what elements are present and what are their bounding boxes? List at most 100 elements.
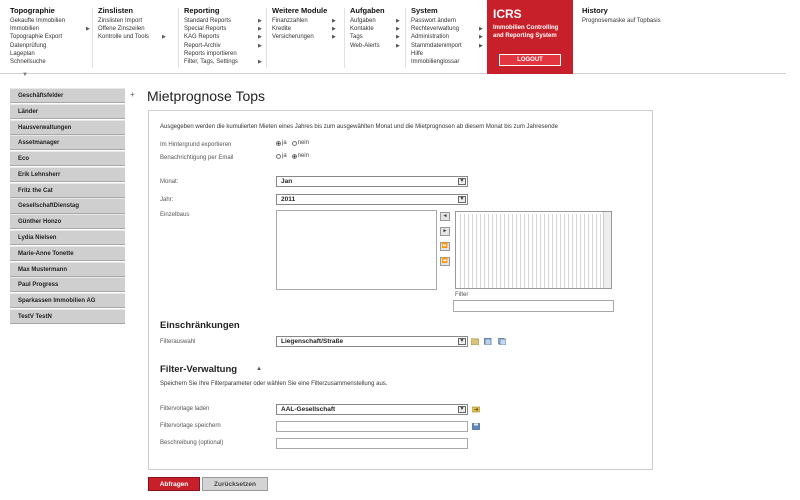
load-arrow-icon[interactable] xyxy=(472,406,480,413)
sidebar-item[interactable]: Marie-Anne Tonette xyxy=(10,245,125,261)
nav-item[interactable]: Web-Alerts ▶ xyxy=(350,42,400,50)
nav-item[interactable]: Immobilienglossar xyxy=(411,58,462,66)
nav-item-label: Special Reports xyxy=(184,26,227,33)
sidebar-item[interactable]: Fritz the Cat xyxy=(10,182,125,198)
nav-item-label: Immobilien xyxy=(10,26,40,33)
move-all-left-button[interactable]: ⏪ xyxy=(440,257,450,266)
radio-label: nein xyxy=(297,153,309,160)
units-filter-input[interactable] xyxy=(453,300,614,312)
sidebar-item[interactable]: Sparkassen Immobilien AG xyxy=(10,293,125,309)
selected-units-list[interactable] xyxy=(455,211,612,289)
background-export-radio-group: ja nein xyxy=(276,140,312,147)
sidebar-item[interactable]: Paul Progress xyxy=(10,277,125,293)
nav-item[interactable]: Gekaufte Immobilien xyxy=(10,17,65,25)
move-all-right-button[interactable]: ⏩ xyxy=(440,242,450,251)
nav-item[interactable]: Reports importieren xyxy=(184,50,238,58)
load-template-select[interactable]: AAL-Gesellschaft ▼ xyxy=(276,404,468,415)
nav-item[interactable]: Offene Zinszeilen xyxy=(98,25,149,33)
nav-item[interactable]: Lageplan xyxy=(10,50,65,58)
copy-filter-icon[interactable] xyxy=(498,338,506,345)
sidebar-item[interactable]: Länder xyxy=(10,103,125,119)
nav-column-history: History Prognosemaske auf Topbasis xyxy=(582,6,661,25)
nav-item[interactable]: Special Reports ▶ xyxy=(184,25,262,33)
available-units-list[interactable] xyxy=(276,210,437,290)
nav-head-reporting[interactable]: Reporting xyxy=(184,6,238,15)
nav-divider xyxy=(92,8,93,68)
submenu-arrow-icon: ▶ xyxy=(258,42,262,49)
sidebar-item[interactable]: TestV TestN xyxy=(10,308,125,325)
sidebar-item[interactable]: Eco xyxy=(10,151,125,167)
nav-item[interactable]: Immobilien ▶ xyxy=(10,25,90,33)
sidebar-item[interactable]: Max Mustermann xyxy=(10,261,125,277)
nav-item[interactable]: Tags ▶ xyxy=(350,33,400,41)
nav-head-topographie[interactable]: Topographie xyxy=(10,6,65,15)
query-button[interactable]: Abfragen xyxy=(148,477,200,491)
nav-item[interactable]: Topographie Export xyxy=(10,33,65,41)
submenu-arrow-icon: ▶ xyxy=(258,59,262,66)
month-value: Jan xyxy=(281,178,293,185)
nav-item[interactable]: Kontrolle und Tools ▶ xyxy=(98,33,166,41)
load-template-value: AAL-Gesellschaft xyxy=(281,406,336,413)
sidebar-item[interactable]: Hausverwaltungen xyxy=(10,119,125,135)
email-ja-radio[interactable] xyxy=(276,153,281,159)
sidebar-expand-icon[interactable]: + xyxy=(130,90,135,99)
nav-item[interactable]: Standard Reports ▶ xyxy=(184,17,262,25)
sidebar-item[interactable]: Geschäftsfelder xyxy=(10,88,125,104)
icrs-brand-panel: ICRS Immobilien Controlling and Reportin… xyxy=(487,0,573,74)
sidebar-item[interactable]: Günther Honzo xyxy=(10,214,125,230)
nav-item[interactable]: Aufgaben ▶ xyxy=(350,17,400,25)
nav-item[interactable]: Prognosemaske auf Topbasis xyxy=(582,17,661,25)
logout-button[interactable]: LOGOUT xyxy=(499,54,561,66)
nav-item[interactable]: Zinslisten Import xyxy=(98,17,149,25)
save-template-input[interactable] xyxy=(276,421,468,432)
email-nein-radio[interactable] xyxy=(291,153,297,159)
intro-text: Ausgegeben werden die kumulierten Mieten… xyxy=(160,124,558,130)
nav-item[interactable]: Rechteverwaltung ▶ xyxy=(411,25,483,33)
nav-item[interactable]: Datenprüfung xyxy=(10,42,65,50)
nav-item[interactable]: Administration ▶ xyxy=(411,33,483,41)
nav-head-aufgaben[interactable]: Aufgaben xyxy=(350,6,385,15)
nav-item[interactable]: Stammdatenimport ▶ xyxy=(411,42,483,50)
nav-head-history[interactable]: History xyxy=(582,6,661,15)
background-ja-radio[interactable] xyxy=(276,140,281,146)
nav-head-zinslisten[interactable]: Zinslisten xyxy=(98,6,149,15)
blurred-list-content xyxy=(458,214,603,288)
description-input[interactable] xyxy=(276,438,468,449)
floppy-disk-icon[interactable] xyxy=(472,423,480,430)
nav-item[interactable]: Report-Archiv ▶ xyxy=(184,42,262,50)
sidebar-item[interactable]: Assetmanager xyxy=(10,135,125,151)
sidebar-item[interactable]: Erik Lehnsherr xyxy=(10,166,125,182)
nav-item[interactable]: Hilfe xyxy=(411,50,462,58)
nav-item[interactable]: Passwort ändern xyxy=(411,17,462,25)
nav-collapse-icon[interactable]: ▼ xyxy=(22,72,28,78)
nav-head-system[interactable]: System xyxy=(411,6,462,15)
month-select[interactable]: Jan ▼ xyxy=(276,176,468,187)
radio-label: ja xyxy=(282,140,287,147)
nav-divider xyxy=(405,8,406,68)
submenu-arrow-icon: ▶ xyxy=(258,26,262,33)
move-left-button[interactable]: ◄ xyxy=(440,212,450,221)
nav-item[interactable]: Schnellsuche xyxy=(10,58,65,66)
nav-item[interactable]: KAG Reports ▶ xyxy=(184,33,262,41)
sidebar-item[interactable]: Lydia Nielsen xyxy=(10,230,125,246)
nav-item[interactable]: Versicherungen ▶ xyxy=(272,33,336,41)
reset-button[interactable]: Zurücksetzen xyxy=(202,477,268,491)
filter-type-select[interactable]: Liegenschaft/Straße ▼ xyxy=(276,336,468,347)
submenu-arrow-icon: ▶ xyxy=(479,42,483,49)
nav-column-zinslisten: Zinslisten Zinslisten Import Offene Zins… xyxy=(98,6,166,42)
nav-column-reporting: Reporting Standard Reports ▶ Special Repo… xyxy=(184,6,262,66)
nav-item[interactable]: Kredite ▶ xyxy=(272,25,336,33)
year-select[interactable]: 2011 ▼ xyxy=(276,194,468,205)
sidebar-item[interactable]: GesellschaftDienstag xyxy=(10,198,125,214)
move-right-button[interactable]: ► xyxy=(440,227,450,236)
collapse-triangle-icon[interactable]: ▲ xyxy=(256,366,262,372)
folder-icon[interactable] xyxy=(471,338,479,345)
nav-item[interactable]: Kontakte ▶ xyxy=(350,25,400,33)
list-scrollbar[interactable] xyxy=(603,212,611,288)
save-filter-icon[interactable] xyxy=(484,338,492,345)
nav-item[interactable]: Filter, Tags, Settings ▶ xyxy=(184,58,262,66)
background-nein-radio[interactable] xyxy=(291,140,297,146)
nav-item[interactable]: Finanzzahlen ▶ xyxy=(272,17,336,25)
nav-head-weitere-module[interactable]: Weitere Module xyxy=(272,6,327,15)
units-label: Einzelbaus xyxy=(160,212,190,218)
